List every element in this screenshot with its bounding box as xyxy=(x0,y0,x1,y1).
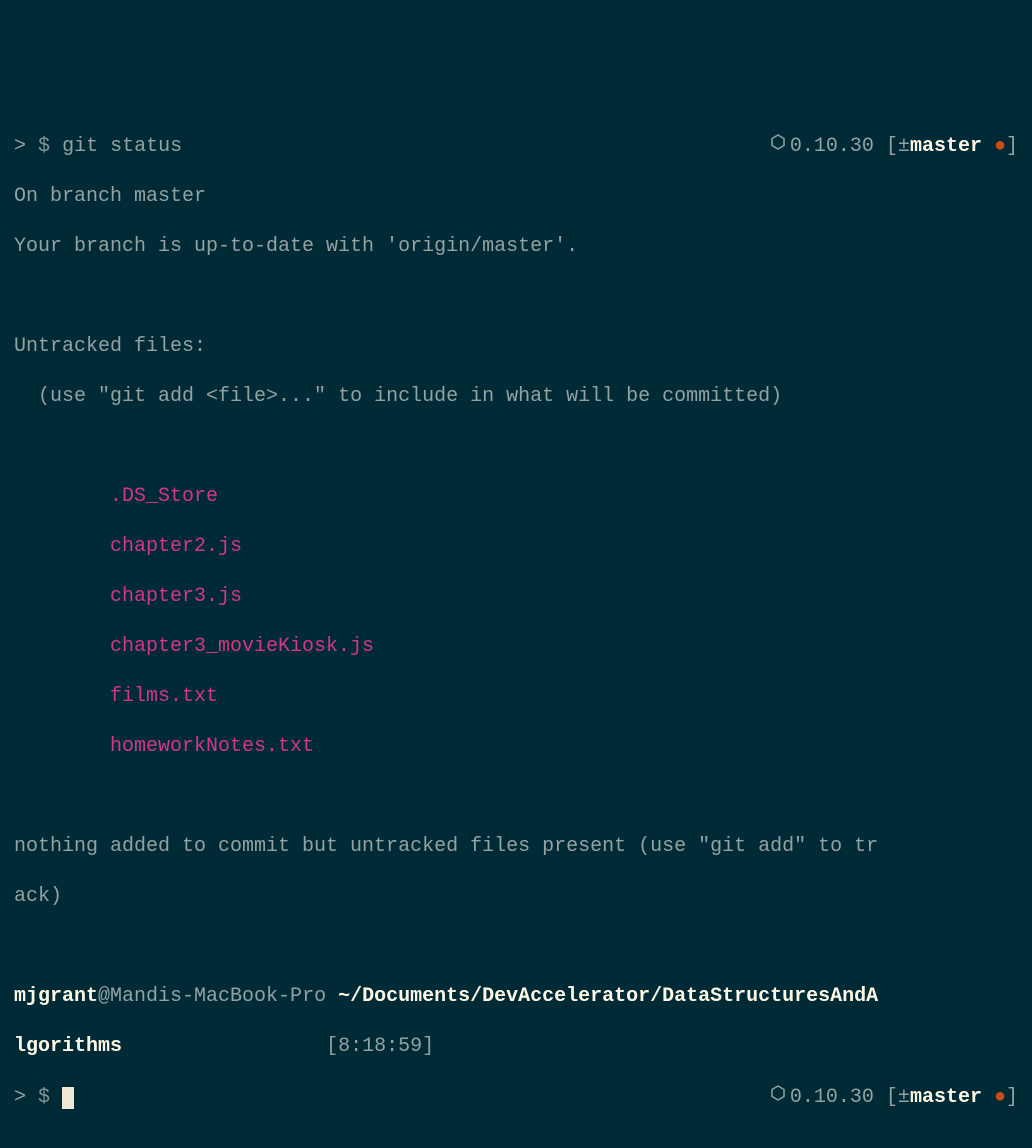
status-dot-icon: ● xyxy=(994,1086,1006,1109)
hexagon-icon xyxy=(770,1084,786,1109)
prompt-path-1: ~/Documents/DevAccelerator/DataStructure… xyxy=(338,985,878,1008)
untracked-file: homeworkNotes.txt xyxy=(110,735,314,758)
prompt-marker: > xyxy=(14,1086,26,1109)
dollar-sign: $ xyxy=(38,1086,50,1109)
branch-prefix: ± xyxy=(898,135,910,158)
git-command: git status xyxy=(62,135,182,158)
output-on-branch: On branch master xyxy=(14,184,1018,209)
untracked-file: chapter2.js xyxy=(110,535,242,558)
version-text: 0.10.30 xyxy=(790,135,874,158)
hexagon-icon xyxy=(770,133,786,158)
prompt-path-2: lgorithms xyxy=(14,1035,122,1058)
command-line-2[interactable]: > $ 0.10.30 [±master ●] xyxy=(14,1084,1018,1110)
prompt-user-host-path: mjgrant@Mandis-MacBook-Pro ~/Documents/D… xyxy=(14,984,1018,1009)
untracked-header: Untracked files: xyxy=(14,334,1018,359)
cursor[interactable] xyxy=(62,1087,74,1109)
branch-prefix: ± xyxy=(898,1086,910,1109)
prompt-marker: > xyxy=(14,135,26,158)
status-dot-icon: ● xyxy=(994,135,1006,158)
nothing-added-2: ack) xyxy=(14,884,1018,909)
output-up-to-date: Your branch is up-to-date with 'origin/m… xyxy=(14,234,1018,259)
prompt-time: [8:18:59] xyxy=(326,1035,434,1058)
version-text: 0.10.30 xyxy=(790,1086,874,1109)
nothing-added-1: nothing added to commit but untracked fi… xyxy=(14,834,1018,859)
right-status-1: 0.10.30 [±master ●] xyxy=(770,133,1018,159)
untracked-file: chapter3_movieKiosk.js xyxy=(110,635,374,658)
prompt-host: Mandis-MacBook-Pro xyxy=(110,985,326,1008)
terminal-output[interactable]: > $ git status 0.10.30 [±master ●] On br… xyxy=(14,108,1018,1135)
prompt-user: mjgrant xyxy=(14,985,98,1008)
prompt-at: @ xyxy=(98,985,110,1008)
untracked-file: chapter3.js xyxy=(110,585,242,608)
command-line-1: > $ git status 0.10.30 [±master ●] xyxy=(14,133,1018,159)
untracked-hint: (use "git add <file>..." to include in w… xyxy=(14,384,1018,409)
branch-name: master xyxy=(910,135,982,158)
right-status-2: 0.10.30 [±master ●] xyxy=(770,1084,1018,1110)
prompt-path-time: lgorithms [8:18:59] xyxy=(14,1034,1018,1059)
dollar-sign: $ xyxy=(38,135,50,158)
branch-name: master xyxy=(910,1086,982,1109)
untracked-file: .DS_Store xyxy=(110,485,218,508)
untracked-file: films.txt xyxy=(110,685,218,708)
